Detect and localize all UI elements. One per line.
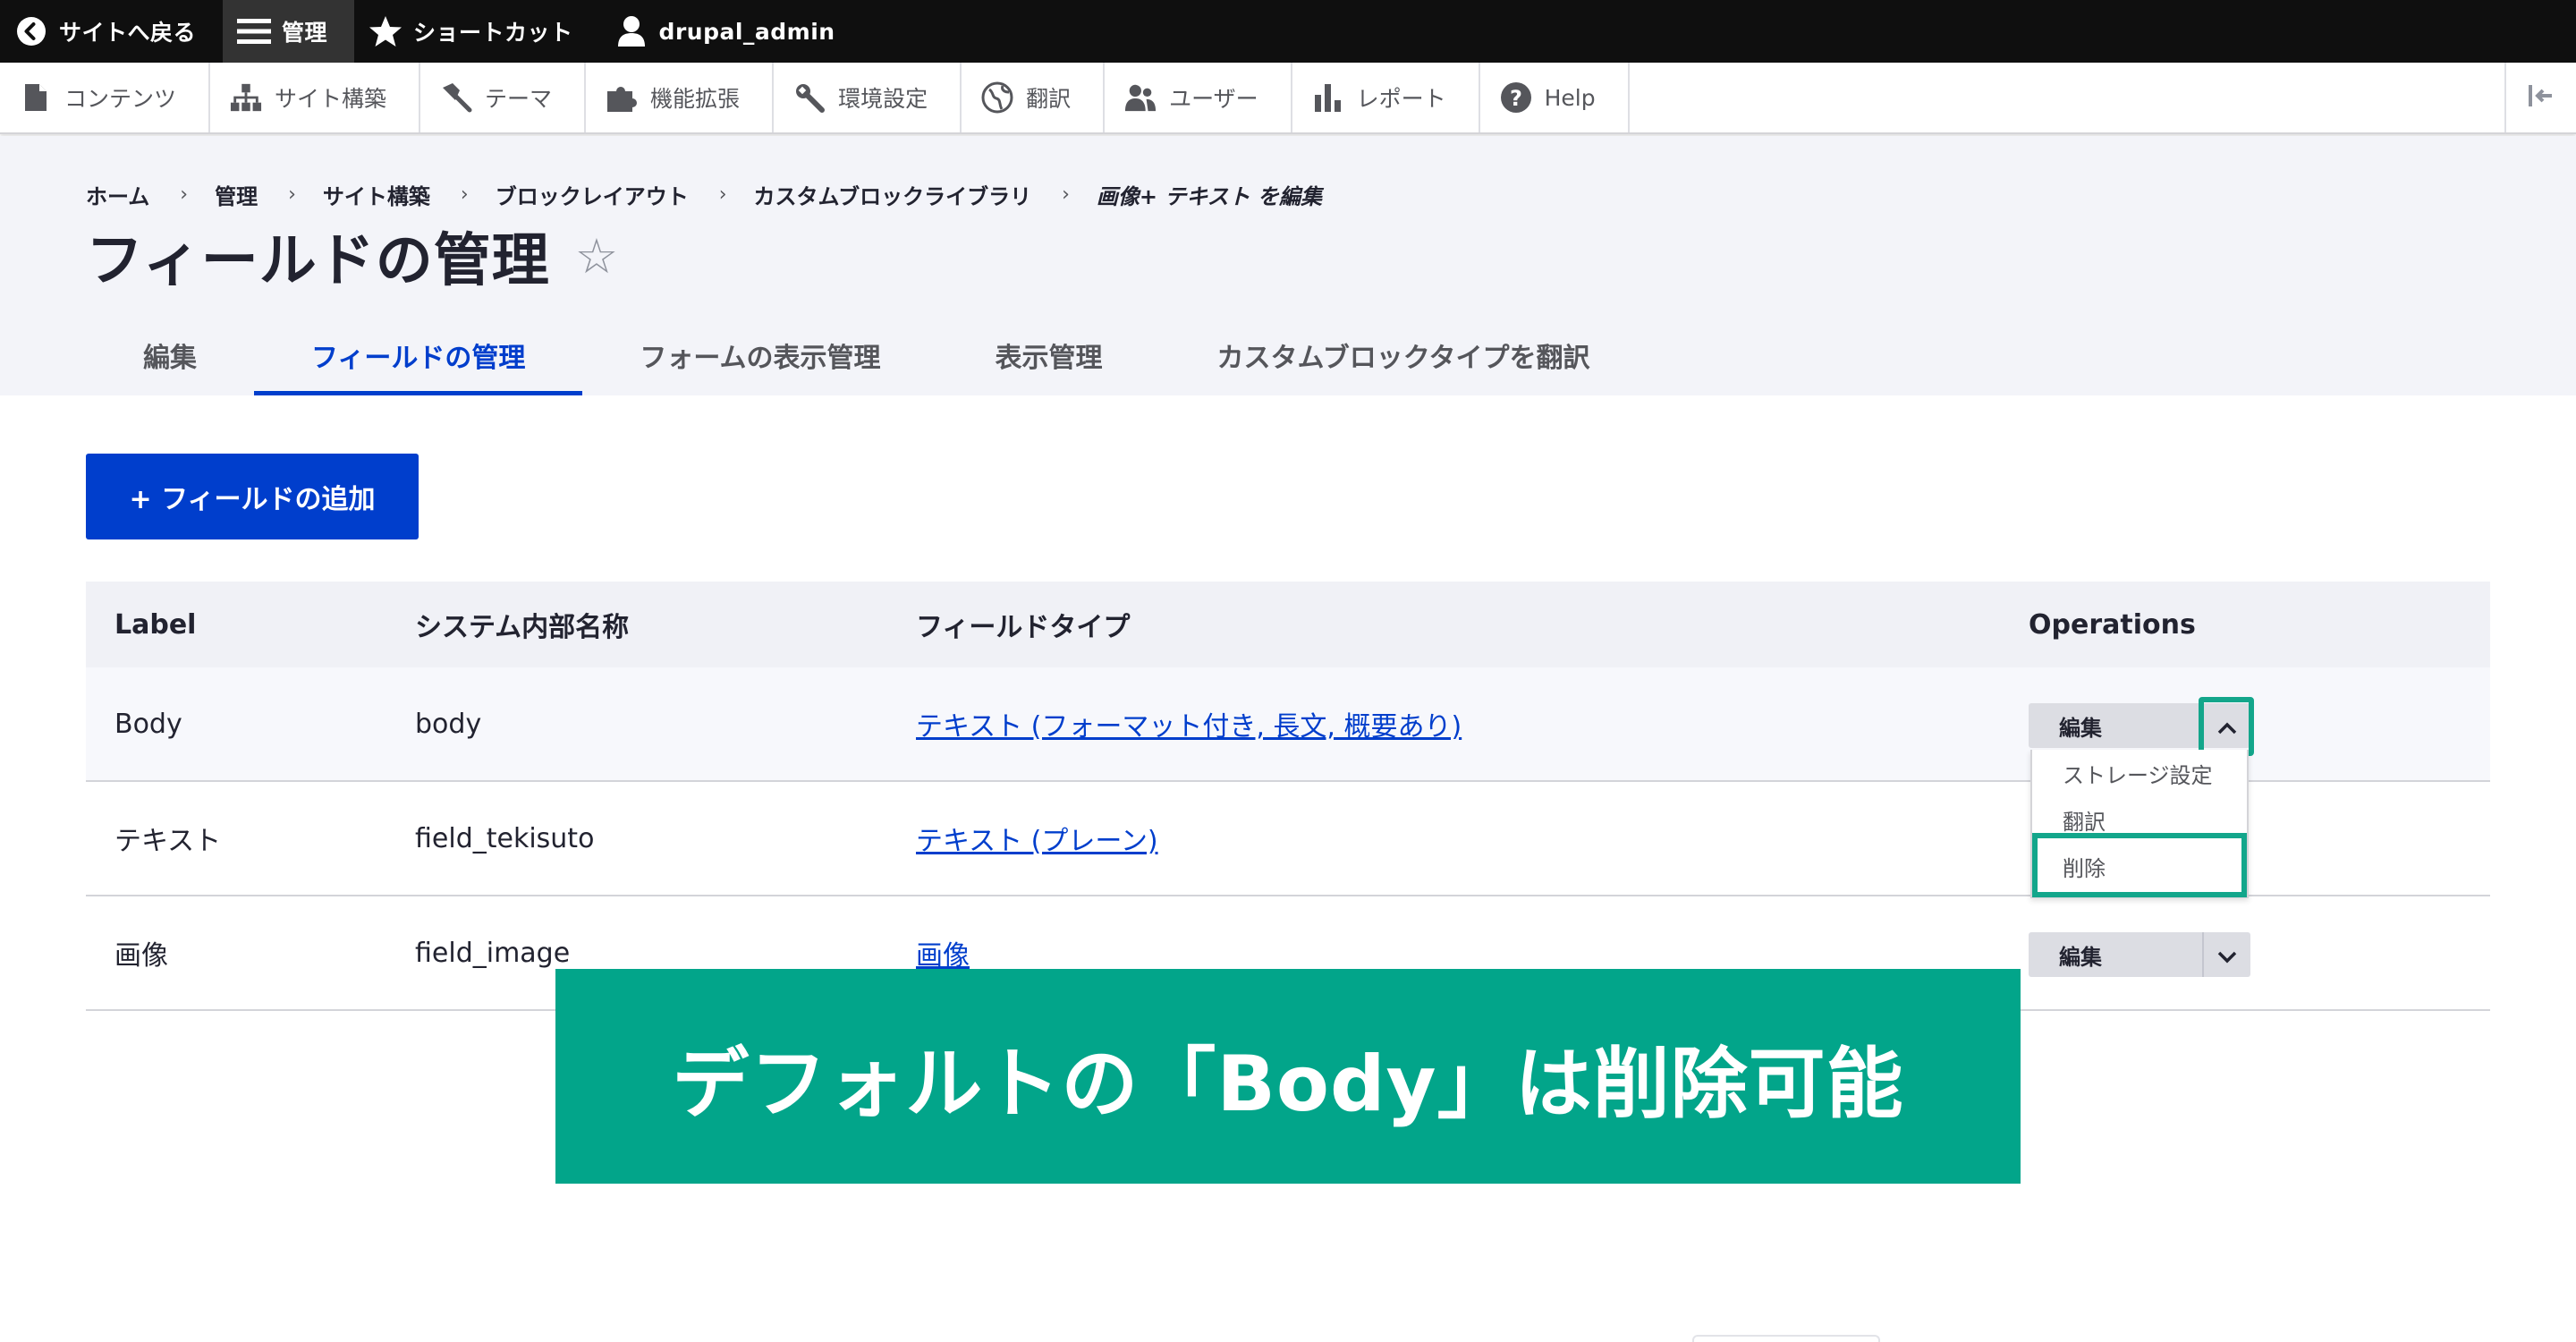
row-machine-name: field_image — [415, 937, 571, 969]
header-label: Label — [114, 608, 197, 641]
tray-item-label: ユーザー — [1169, 86, 1258, 112]
row-field-type-link[interactable]: テキスト (プレーン) — [916, 819, 1158, 858]
tray-item-label: 環境設定 — [838, 86, 928, 112]
tray-item-label: Help — [1544, 84, 1596, 111]
toggle-highlight-frame — [2199, 697, 2254, 756]
chevron-down-icon — [2217, 939, 2237, 971]
breadcrumb-separator: › — [460, 183, 469, 206]
paintbrush-icon — [440, 81, 472, 114]
row-label: 画像 — [114, 940, 168, 972]
tab-manage-form-display[interactable]: フォームの表示管理 — [582, 315, 937, 395]
menu-item-storage-settings[interactable]: ストレージ設定 — [2032, 750, 2247, 796]
tray-item-label: テーマ — [485, 86, 553, 112]
row-field-type-link[interactable]: 画像 — [916, 933, 970, 973]
tray-item-people[interactable]: ユーザー — [1105, 63, 1292, 132]
row-field-type-link[interactable]: テキスト (フォーマット付き, 長文, 概要あり) — [916, 704, 1462, 743]
add-field-button[interactable]: + フィールドの追加 — [86, 454, 419, 539]
people-icon — [1124, 81, 1157, 114]
breadcrumb-link-structure[interactable]: サイト構築 — [323, 179, 430, 210]
page-header: ホーム › 管理 › サイト構築 › ブロックレイアウト › カスタムブロックラ… — [0, 136, 2576, 395]
breadcrumb-separator: › — [288, 183, 296, 206]
tab-edit[interactable]: 編集 — [86, 315, 254, 395]
hamburger-menu-icon — [237, 14, 272, 48]
tray-collapse-button[interactable] — [2504, 63, 2576, 132]
star-icon — [369, 14, 402, 48]
svg-text:?: ? — [1510, 86, 1522, 111]
back-arrow-circle-icon — [14, 14, 48, 48]
help-icon: ? — [1500, 81, 1532, 114]
tray-item-label: コンテンツ — [64, 86, 177, 112]
breadcrumb-link-block-layout[interactable]: ブロックレイアウト — [496, 179, 689, 210]
row-label: Body — [114, 708, 182, 740]
wrench-icon — [793, 81, 826, 114]
table-header: Label システム内部名称 フィールドタイプ Operations — [86, 582, 2490, 667]
delete-highlight-frame — [2032, 833, 2247, 897]
toolbar-back-to-site[interactable]: サイトへ戻る — [0, 0, 223, 63]
operations-dropbutton: 編集 — [2029, 932, 2250, 977]
breadcrumb-link-home[interactable]: ホーム — [86, 179, 149, 210]
tray-item-structure[interactable]: サイト構築 — [210, 63, 421, 132]
breadcrumb-separator: › — [180, 183, 189, 206]
row-machine-name: body — [415, 708, 482, 740]
breadcrumb-separator: › — [718, 183, 727, 206]
tab-manage-fields[interactable]: フィールドの管理 — [254, 315, 583, 395]
header-field-type: フィールドタイプ — [916, 612, 1131, 643]
globe-icon — [981, 81, 1013, 114]
breadcrumb-link-block-library[interactable]: カスタムブロックライブラリ — [754, 179, 1032, 210]
toolbar-item-label: サイトへ戻る — [59, 20, 197, 46]
admin-toolbar: サイトへ戻る 管理 ショートカット drupal_admin — [0, 0, 2576, 63]
admin-menu-tray: コンテンツ サイト構築 テーマ 機能拡張 環境設定 翻訳 ユーザー レポート ?… — [0, 63, 2576, 134]
collapse-left-icon — [2527, 83, 2555, 112]
tab-translate-block-type[interactable]: カスタムブロックタイプを翻訳 — [1160, 315, 1648, 395]
toolbar-manage[interactable]: 管理 — [223, 0, 355, 63]
primary-tabs: 編集 フィールドの管理 フォームの表示管理 表示管理 カスタムブロックタイプを翻… — [86, 315, 1648, 395]
tray-item-label: 機能拡張 — [650, 86, 741, 112]
breadcrumb-separator: › — [1062, 183, 1070, 206]
breadcrumb: ホーム › 管理 › サイト構築 › ブロックレイアウト › カスタムブロックラ… — [86, 179, 1322, 210]
toolbar-user[interactable]: drupal_admin — [600, 0, 862, 63]
edit-button[interactable]: 編集 — [2029, 703, 2202, 748]
user-icon — [614, 14, 648, 48]
tray-item-appearance[interactable]: テーマ — [420, 63, 587, 132]
shortcut-star-icon[interactable]: ☆ — [575, 228, 619, 285]
header-machine-name: システム内部名称 — [415, 612, 630, 643]
toolbar-item-label: 管理 — [282, 20, 328, 46]
tray-item-configuration[interactable]: 環境設定 — [774, 63, 962, 132]
breadcrumb-link-admin[interactable]: 管理 — [215, 179, 258, 210]
tab-manage-display[interactable]: 表示管理 — [938, 315, 1160, 395]
tray-item-label: レポート — [1356, 86, 1446, 112]
annotation-caption: デフォルトの「Body」は削除可能 — [555, 969, 2021, 1184]
row-label: テキスト — [114, 826, 222, 857]
bottom-edge-element — [1692, 1335, 1880, 1342]
document-icon — [20, 81, 52, 114]
tray-item-label: サイト構築 — [275, 86, 387, 112]
toolbar-shortcuts[interactable]: ショートカット — [354, 0, 600, 63]
edit-button[interactable]: 編集 — [2029, 932, 2202, 977]
bar-chart-icon — [1312, 81, 1344, 114]
sitemap-icon — [230, 81, 262, 114]
tray-item-content[interactable]: コンテンツ — [0, 63, 211, 132]
dropbutton-toggle[interactable] — [2202, 932, 2250, 977]
tray-item-reports[interactable]: レポート — [1292, 63, 1480, 132]
row-machine-name: field_tekisuto — [415, 822, 595, 854]
tray-item-translate[interactable]: 翻訳 — [962, 63, 1106, 132]
page-title: フィールドの管理 ☆ — [86, 215, 619, 297]
toolbar-item-label: drupal_admin — [658, 18, 835, 45]
header-operations: Operations — [2029, 608, 2196, 641]
puzzle-icon — [606, 81, 638, 114]
tray-item-extend[interactable]: 機能拡張 — [586, 63, 775, 132]
toolbar-item-label: ショートカット — [413, 20, 573, 46]
tray-item-help[interactable]: ? Help — [1480, 63, 1630, 132]
page-title-text: フィールドの管理 — [86, 228, 550, 294]
breadcrumb-link-current[interactable]: 画像+ テキスト を編集 — [1097, 179, 1322, 210]
tray-item-label: 翻訳 — [1026, 86, 1072, 112]
